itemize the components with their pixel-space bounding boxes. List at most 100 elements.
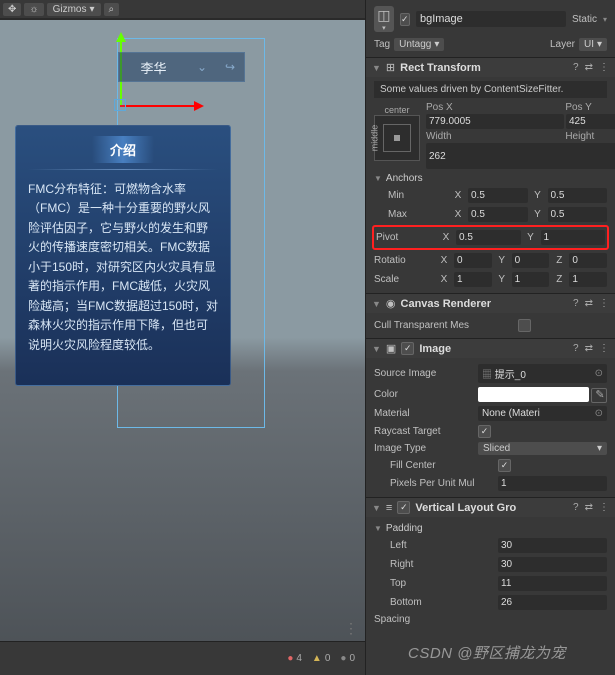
help-icon[interactable]: ?: [573, 502, 579, 513]
anchor-min-x-input[interactable]: [468, 188, 528, 203]
cull-transparent-label: Cull Transparent Mes: [374, 320, 514, 331]
error-count[interactable]: ●4: [287, 653, 302, 664]
rotation-z-input[interactable]: [569, 253, 607, 268]
vlg-enabled-checkbox[interactable]: [397, 501, 410, 514]
scale-x-input[interactable]: [454, 272, 492, 287]
width-label: Width: [426, 131, 565, 143]
source-image-field[interactable]: ▦ 提示_0⊙: [478, 364, 607, 383]
component-title: Image: [419, 343, 568, 355]
anchors-foldout[interactable]: ▼Anchors: [374, 171, 607, 186]
panel-drag-handle-icon[interactable]: ⋮: [344, 620, 358, 637]
layer-dropdown[interactable]: UI▾: [579, 38, 607, 51]
image-enabled-checkbox[interactable]: [401, 342, 414, 355]
raycast-target-checkbox[interactable]: [478, 425, 491, 438]
color-label: Color: [374, 389, 474, 400]
posy-input[interactable]: [566, 114, 615, 129]
padding-top-label: Top: [374, 578, 494, 589]
move-tool-icon[interactable]: ✥: [3, 3, 21, 16]
posx-label: Pos X: [426, 102, 565, 114]
cull-transparent-checkbox[interactable]: [518, 319, 531, 332]
padding-left-input[interactable]: [498, 538, 607, 553]
raycast-target-label: Raycast Target: [374, 426, 474, 437]
image-type-label: Image Type: [374, 443, 474, 454]
help-icon[interactable]: ?: [573, 298, 579, 309]
anchor-max-x-input[interactable]: [468, 207, 528, 222]
menu-icon[interactable]: ⋮: [599, 298, 609, 309]
gameobject-name-input[interactable]: [416, 11, 566, 27]
tag-label: Tag: [374, 39, 390, 50]
padding-bottom-input[interactable]: [498, 595, 607, 610]
width-input[interactable]: [426, 143, 615, 169]
foldout-arrow-icon[interactable]: ▼: [372, 299, 381, 309]
menu-icon[interactable]: ⋮: [599, 502, 609, 513]
padding-bottom-label: Bottom: [374, 597, 494, 608]
object-picker-icon[interactable]: ⊙: [595, 368, 603, 379]
static-dropdown-icon[interactable]: ▾: [603, 15, 607, 24]
height-label: Height: [565, 131, 615, 143]
posx-input[interactable]: [426, 114, 564, 129]
source-image-label: Source Image: [374, 368, 474, 379]
dropdown-chevron-icon[interactable]: ⌄: [188, 60, 216, 74]
foldout-arrow-icon[interactable]: ▼: [372, 63, 381, 73]
preset-icon[interactable]: ⇄: [585, 298, 593, 309]
foldout-arrow-icon[interactable]: ▼: [372, 344, 381, 354]
padding-right-input[interactable]: [498, 557, 607, 572]
anchor-min-label: Min: [388, 190, 448, 201]
menu-icon[interactable]: ⋮: [599, 343, 609, 354]
image-icon: ▣: [386, 342, 396, 355]
ppu-label: Pixels Per Unit Mul: [374, 478, 494, 489]
fill-center-checkbox[interactable]: [498, 459, 511, 472]
light-toggle-icon[interactable]: ☼: [24, 3, 43, 16]
warning-count[interactable]: ▲0: [312, 653, 330, 664]
preset-icon[interactable]: ⇄: [585, 62, 593, 73]
object-picker-icon[interactable]: ⊙: [595, 408, 603, 419]
inspector-panel: ◫▾ Static ▾ Tag Untagg▾ Layer UI▾ ▼ ⊞ Re…: [365, 0, 615, 675]
ppu-input[interactable]: [498, 476, 607, 491]
exit-icon[interactable]: ↪: [216, 60, 244, 74]
preset-icon[interactable]: ⇄: [585, 502, 593, 513]
foldout-arrow-icon[interactable]: ▼: [372, 503, 381, 513]
help-icon[interactable]: ?: [573, 62, 579, 73]
active-checkbox[interactable]: [400, 13, 410, 26]
padding-top-input[interactable]: [498, 576, 607, 591]
pivot-handle[interactable]: [114, 99, 126, 111]
pivot-y-input[interactable]: [541, 230, 606, 245]
scale-z-input[interactable]: [569, 272, 607, 287]
gizmos-dropdown[interactable]: Gizmos▾: [47, 3, 101, 16]
scene-toolbar: ✥ ☼ Gizmos▾ ⌕: [0, 0, 365, 18]
scene-viewport: ✥ ☼ Gizmos▾ ⌕ 李华 ⌄ ↪ 介绍 FMC分布特征：可燃物含水率（F…: [0, 0, 365, 675]
pivot-x-input[interactable]: [456, 230, 521, 245]
inspector-header: ◫▾ Static ▾: [366, 0, 615, 38]
search-icon[interactable]: ⌕: [104, 3, 120, 16]
padding-foldout[interactable]: ▼Padding: [374, 521, 607, 536]
rect-transform-icon: ⊞: [386, 61, 395, 74]
anchor-max-y-input[interactable]: [548, 207, 608, 222]
gameobject-icon[interactable]: ◫▾: [374, 6, 394, 32]
posy-label: Pos Y: [565, 102, 615, 114]
spacing-label: Spacing: [374, 614, 474, 625]
scale-y-input[interactable]: [512, 272, 550, 287]
rect-transform-component: ▼ ⊞ Rect Transform ? ⇄ ⋮ Some values dri…: [366, 57, 615, 293]
menu-icon[interactable]: ⋮: [599, 62, 609, 73]
color-field[interactable]: [478, 387, 589, 402]
image-type-dropdown[interactable]: Sliced▾: [478, 442, 607, 455]
anchor-min-y-input[interactable]: [548, 188, 608, 203]
pivot-label: Pivot: [376, 232, 436, 243]
component-title: Canvas Renderer: [401, 298, 569, 310]
info-count[interactable]: ●0: [340, 653, 355, 664]
tag-dropdown[interactable]: Untagg▾: [394, 38, 444, 51]
static-label: Static: [572, 14, 597, 25]
preset-icon[interactable]: ⇄: [585, 343, 593, 354]
material-field[interactable]: None (Materi⊙: [478, 406, 607, 421]
padding-left-label: Left: [374, 540, 494, 551]
help-icon[interactable]: ?: [573, 343, 579, 354]
canvas-renderer-icon: ◉: [386, 297, 396, 310]
anchor-preset-button[interactable]: center middle: [374, 115, 420, 161]
image-component: ▼ ▣ Image ? ⇄ ⋮ Source Image ▦ 提示_0⊙ Color…: [366, 338, 615, 497]
x-axis-handle[interactable]: [120, 105, 196, 107]
rotation-x-input[interactable]: [454, 253, 492, 268]
watermark-text: CSDN @野区捕龙为宠: [408, 642, 566, 663]
pivot-highlight-box: Pivot X Y: [372, 225, 609, 250]
rotation-y-input[interactable]: [512, 253, 550, 268]
padding-right-label: Right: [374, 559, 494, 570]
